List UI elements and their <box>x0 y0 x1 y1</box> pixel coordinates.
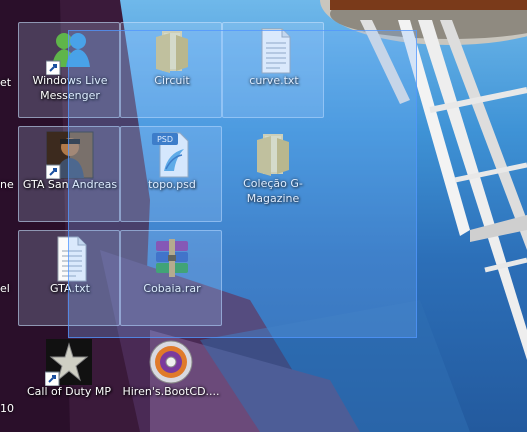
desktop[interactable]: et ne el 10 Windows Live Messenger Circu… <box>0 0 527 432</box>
cut-label: 10 <box>0 402 14 415</box>
selection-rectangle <box>68 30 417 338</box>
cut-label: et <box>0 76 12 89</box>
disc-image-icon <box>149 340 193 384</box>
desktop-icon-call-of-duty[interactable]: Call of Duty MP <box>18 334 120 430</box>
desktop-icon-hirens-bootcd[interactable]: Hiren's.BootCD.... <box>120 334 222 430</box>
cut-label: el <box>0 282 10 295</box>
icon-label: Hiren's.BootCD.... <box>122 385 220 398</box>
icon-label: Call of Duty MP <box>26 385 111 398</box>
cut-label: ne <box>0 178 14 191</box>
call-of-duty-icon <box>45 339 92 386</box>
